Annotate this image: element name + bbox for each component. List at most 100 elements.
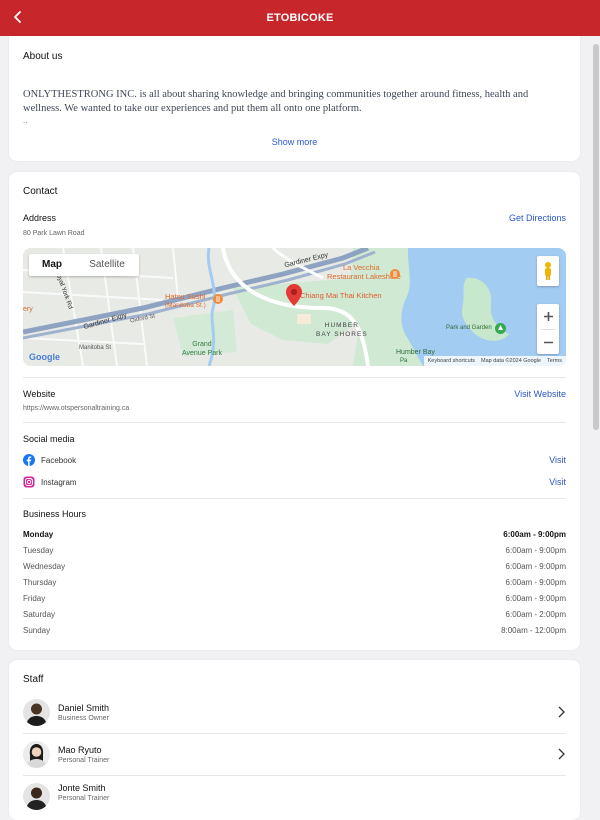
website-url: https://www.otspersonaltraining.ca [23, 405, 130, 412]
staff-info: Jonte Smith Personal Trainer [58, 783, 109, 802]
hours-row: Thursday 6:00am - 9:00pm [23, 578, 566, 590]
map-label-manitoba: Manitoba St [79, 345, 112, 351]
website-label: Website [23, 389, 56, 399]
instagram-label: Instagram [41, 477, 77, 487]
hours-time: 6:00am - 9:00pm [505, 562, 566, 571]
show-more-link[interactable]: Show more [9, 137, 580, 147]
hours-day: Sunday [23, 626, 51, 635]
back-button[interactable] [6, 5, 30, 29]
contact-card: Contact Address 80 Park Lawn Road Get Di… [9, 172, 580, 650]
staff-info: Daniel Smith Business Owner [58, 703, 109, 722]
map-label-hatsu: Hatsu Sushi (Manitoba St.) [165, 292, 206, 310]
map-label-bay-shores: BAY SHORES [316, 331, 368, 338]
map-label-humber-bay: Humber Bay [396, 349, 435, 356]
street-view-button[interactable] [537, 256, 559, 286]
hours-time: 6:00am - 9:00pm [505, 578, 566, 587]
about-title: About us [23, 51, 63, 62]
app-header: ETOBICOKE [0, 0, 600, 36]
staff-name: Mao Ryuto [58, 744, 102, 755]
map-label-hatsu-sub: (Manitoba St.) [165, 302, 206, 309]
about-ellipsis: .. [23, 116, 28, 125]
google-logo: Google [29, 352, 60, 362]
map-data-text: Map data ©2024 Google [481, 358, 542, 364]
satellite-tab[interactable]: Satellite [75, 254, 139, 276]
plus-icon [543, 312, 553, 321]
park-pin-icon [495, 323, 506, 334]
about-text: ONLYTHESTRONG INC. is all about sharing … [23, 89, 529, 114]
map-label-pa: Pa [400, 358, 408, 364]
hours-row: Saturday 6:00am - 2:00pm [23, 610, 566, 622]
staff-title: Staff [23, 674, 44, 685]
zoom-out-button[interactable] [537, 330, 559, 354]
map-label-humber-shores: HUMBER BAY SHORES [316, 321, 368, 339]
map-label-ery: ery [23, 306, 33, 313]
divider [23, 498, 566, 499]
scrollbar[interactable] [593, 44, 599, 430]
hours-time: 8:00am - 12:00pm [501, 626, 566, 635]
hours-day: Monday [23, 530, 54, 539]
hours-row: Monday 6:00am - 9:00pm [23, 530, 566, 542]
map-label-chiang-mai: Chiang Mai Thai Kitchen [300, 291, 382, 300]
staff-row[interactable]: Daniel Smith Business Owner [23, 691, 566, 733]
terms-link[interactable]: Terms [547, 358, 562, 364]
hours-row: Sunday 8:00am - 12:00pm [23, 626, 566, 638]
instagram-visit-link[interactable]: Visit [549, 477, 566, 487]
business-hours-label: Business Hours [23, 509, 87, 519]
map-tab[interactable]: Map [29, 254, 75, 276]
staff-role: Business Owner [58, 714, 109, 722]
hours-day: Tuesday [23, 546, 54, 555]
map-label-park-garden: Park and Garden [446, 325, 492, 331]
map-label-humber: HUMBER [324, 322, 359, 329]
location-pin-icon [286, 284, 302, 306]
minus-icon [543, 341, 553, 343]
hours-day: Thursday [23, 578, 57, 587]
staff-row[interactable]: Mao Ryuto Personal Trainer [23, 733, 566, 775]
map-label-avenue-park: Avenue Park [182, 350, 222, 357]
address-value: 80 Park Lawn Road [23, 230, 85, 237]
staff-info: Mao Ryuto Personal Trainer [58, 745, 109, 764]
facebook-visit-link[interactable]: Visit [549, 455, 566, 465]
social-media-label: Social media [23, 434, 75, 444]
hours-day: Friday [23, 594, 46, 603]
get-directions-link[interactable]: Get Directions [509, 213, 566, 223]
hours-row: Tuesday 6:00am - 9:00pm [23, 546, 566, 558]
facebook-icon [23, 454, 35, 466]
chevron-right-icon [558, 706, 565, 718]
map[interactable]: Gardiner Expy Gardiner Expy Royal York R… [23, 248, 566, 366]
contact-title: Contact [23, 186, 58, 197]
keyboard-shortcuts-link[interactable]: Keyboard shortcuts [428, 358, 475, 364]
staff-role: Personal Trainer [58, 756, 110, 764]
hours-day: Wednesday [23, 562, 66, 571]
address-label: Address [23, 213, 57, 223]
zoom-controls [537, 304, 559, 354]
hours-row: Friday 6:00am - 9:00pm [23, 594, 566, 606]
visit-website-link[interactable]: Visit Website [514, 389, 566, 399]
avatar [23, 698, 50, 726]
hours-row: Wednesday 6:00am - 9:00pm [23, 562, 566, 574]
hours-time: 6:00am - 2:00pm [505, 610, 566, 619]
about-card: About us ONLYTHESTRONG INC. is all about… [9, 36, 580, 161]
hours-time: 6:00am - 9:00pm [505, 594, 566, 603]
facebook-label: Facebook [41, 455, 77, 465]
pegman-icon [545, 262, 551, 280]
instagram-icon [23, 476, 35, 488]
map-label-grand-avenue: Grand Avenue Park [182, 340, 222, 358]
page-title: ETOBICOKE [266, 12, 334, 24]
divider [23, 422, 566, 423]
avatar [23, 740, 50, 768]
divider [23, 377, 566, 378]
social-row-instagram: Instagram Visit [23, 474, 566, 490]
restaurant-pin-icon [213, 294, 223, 304]
avatar [23, 783, 50, 810]
chevron-left-icon [14, 11, 21, 23]
zoom-in-button[interactable] [537, 304, 559, 329]
staff-name: Jonte Smith [58, 783, 106, 793]
map-type-toggle: Map Satellite [29, 254, 139, 276]
hours-time: 6:00am - 9:00pm [503, 530, 566, 539]
chevron-right-icon [558, 748, 565, 760]
hours-day: Saturday [23, 610, 56, 619]
staff-row[interactable]: Jonte Smith Personal Trainer [23, 775, 566, 817]
restaurant-pin-icon [390, 269, 400, 279]
map-label-grand: Grand [192, 341, 212, 348]
map-label-hatsu-name: Hatsu Sushi [165, 292, 206, 301]
